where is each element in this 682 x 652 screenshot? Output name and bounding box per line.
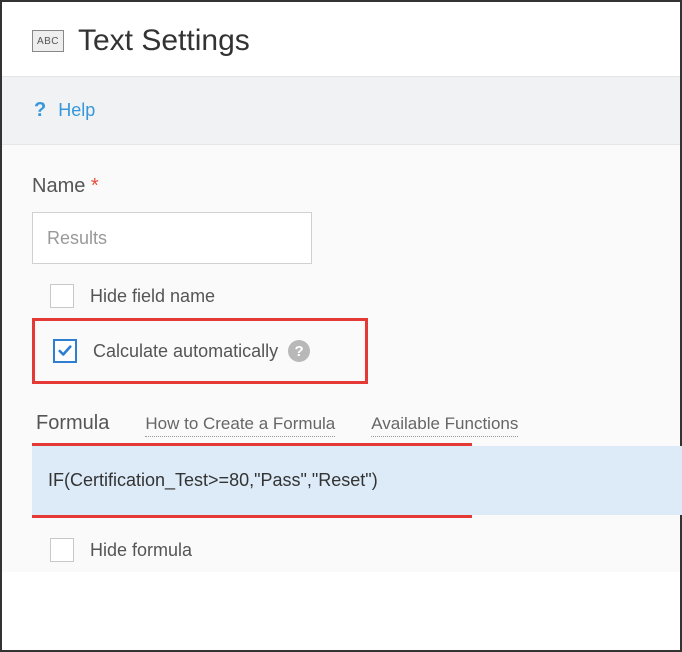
- text-field-icon: ABC: [32, 30, 64, 52]
- name-input[interactable]: [32, 212, 312, 264]
- calc-auto-highlight: Calculate automatically ?: [32, 318, 368, 384]
- calc-auto-row[interactable]: Calculate automatically ?: [49, 339, 351, 363]
- hide-formula-label: Hide formula: [90, 540, 192, 561]
- howto-link[interactable]: How to Create a Formula: [145, 414, 335, 437]
- page-title: Text Settings: [78, 24, 250, 58]
- info-icon[interactable]: ?: [288, 340, 310, 362]
- required-asterisk: *: [91, 175, 99, 197]
- formula-header: Formula How to Create a Formula Availabl…: [32, 412, 650, 437]
- checkmark-icon: [58, 344, 72, 358]
- hide-field-name-label: Hide field name: [90, 286, 215, 307]
- hide-formula-checkbox[interactable]: [50, 538, 74, 562]
- formula-highlight: IF(Certification_Test>=80,"Pass","Reset"…: [32, 443, 472, 518]
- help-bar[interactable]: ? Help: [2, 76, 680, 145]
- name-label-text: Name: [32, 175, 85, 197]
- functions-link[interactable]: Available Functions: [371, 414, 518, 437]
- page-header: ABC Text Settings: [2, 2, 680, 76]
- help-icon: ?: [34, 99, 46, 122]
- name-label: Name *: [32, 175, 650, 198]
- formula-title: Formula: [36, 412, 109, 435]
- formula-text: IF(Certification_Test>=80,"Pass","Reset"…: [48, 470, 482, 491]
- hide-formula-row[interactable]: Hide formula: [32, 538, 650, 562]
- formula-input[interactable]: IF(Certification_Test>=80,"Pass","Reset"…: [32, 446, 682, 515]
- calc-auto-checkbox[interactable]: [53, 339, 77, 363]
- help-link[interactable]: Help: [58, 100, 95, 121]
- calc-auto-label: Calculate automatically: [93, 341, 278, 362]
- hide-field-name-checkbox[interactable]: [50, 284, 74, 308]
- settings-form: Name * Hide field name Calculate automat…: [2, 145, 680, 572]
- hide-field-name-row[interactable]: Hide field name: [32, 284, 650, 308]
